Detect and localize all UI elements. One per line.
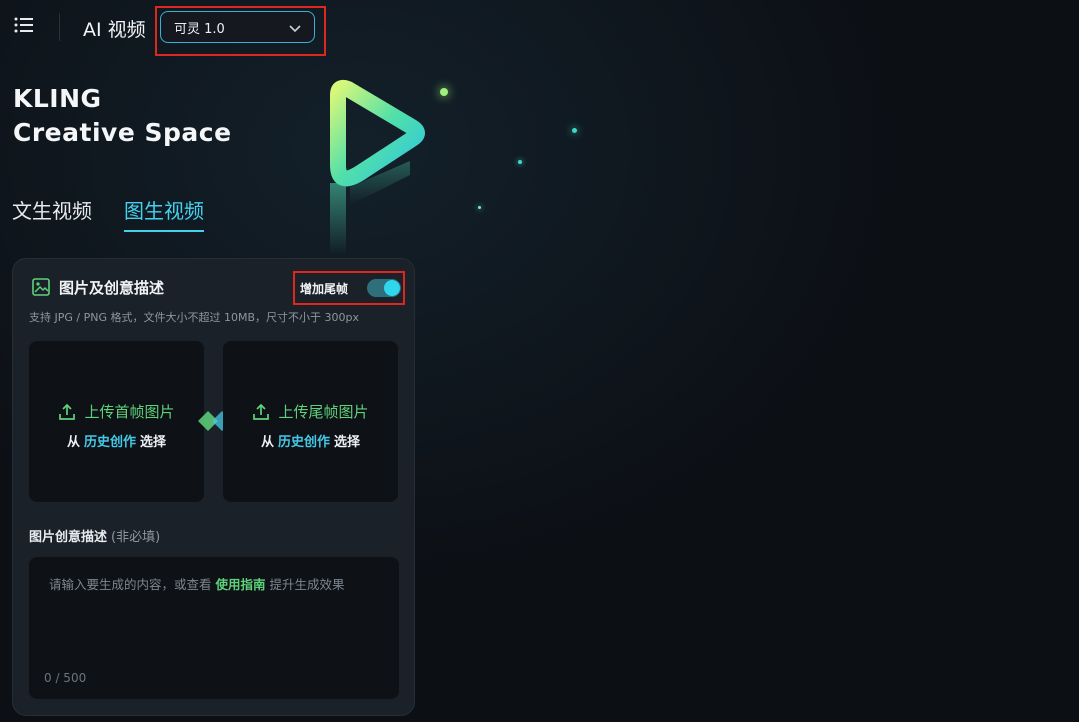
pick-from-text: 从	[66, 435, 80, 450]
tab-text-to-video[interactable]: 文生视频	[12, 195, 92, 224]
image-to-video-panel: 图片及创意描述 增加尾帧 支持 JPG / PNG 格式，文件大小不超过 10M…	[12, 258, 415, 716]
kling-play-logo-icon	[330, 79, 425, 255]
decorative-glow	[478, 206, 481, 209]
description-placeholder: 请输入要生成的内容，或查看 使用指南 提升生成效果	[49, 574, 345, 593]
brand-title-line1: KLING	[13, 84, 102, 113]
end-frame-toggle-label: 增加尾帧	[300, 282, 349, 296]
pick-from-history-row: 从历史创作 选择	[223, 431, 398, 450]
history-creations-link[interactable]: 历史创作	[278, 435, 330, 450]
end-frame-toggle[interactable]	[367, 279, 401, 297]
character-counter: 0 / 500	[44, 671, 87, 685]
description-textarea[interactable]: 请输入要生成的内容，或查看 使用指南 提升生成效果 0 / 500	[29, 557, 399, 699]
model-select-value: 可灵 1.0	[174, 21, 225, 37]
placeholder-text-before: 请输入要生成的内容，或查看	[49, 577, 212, 592]
upload-icon	[253, 403, 270, 420]
active-tab-indicator	[124, 230, 204, 232]
upload-hint: 支持 JPG / PNG 格式，文件大小不超过 10MB，尺寸不小于 300px	[29, 311, 359, 324]
toggle-knob	[384, 280, 400, 296]
description-optional-tag: (非必填)	[111, 530, 161, 545]
image-icon	[32, 278, 50, 296]
pick-from-history-row: 从历史创作 选择	[29, 431, 204, 450]
model-select[interactable]: 可灵 1.0	[160, 11, 315, 43]
section-title: 图片及创意描述	[59, 279, 165, 297]
decorative-glow	[572, 128, 577, 133]
history-creations-link[interactable]: 历史创作	[84, 435, 136, 450]
pick-from-text: 从	[260, 435, 274, 450]
chevron-down-icon	[289, 18, 301, 37]
usage-guide-link[interactable]: 使用指南	[216, 577, 266, 592]
upload-icon	[59, 403, 76, 420]
upload-first-frame-card[interactable]: 上传首帧图片 从历史创作 选择	[29, 341, 204, 502]
description-title-text: 图片创意描述	[29, 530, 108, 545]
tab-image-to-video[interactable]: 图生视频	[124, 195, 204, 224]
pick-choose-text: 选择	[140, 435, 167, 450]
description-title: 图片创意描述 (非必填)	[29, 526, 160, 545]
upload-first-frame-label: 上传首帧图片	[84, 403, 175, 421]
upload-last-frame-label: 上传尾帧图片	[278, 403, 369, 421]
brand-title-line2: Creative Space	[13, 118, 232, 147]
upload-last-frame-card[interactable]: 上传尾帧图片 从历史创作 选择	[223, 341, 398, 502]
app-title: AI 视频	[83, 19, 146, 41]
decorative-glow	[518, 160, 522, 164]
header-divider	[59, 13, 60, 41]
app-stage: AI 视频 可灵 1.0 KLING Creative Space 文生视频 图…	[0, 0, 1079, 722]
menu-icon[interactable]	[14, 16, 34, 34]
placeholder-text-after: 提升生成效果	[269, 577, 345, 592]
pick-choose-text: 选择	[334, 435, 361, 450]
